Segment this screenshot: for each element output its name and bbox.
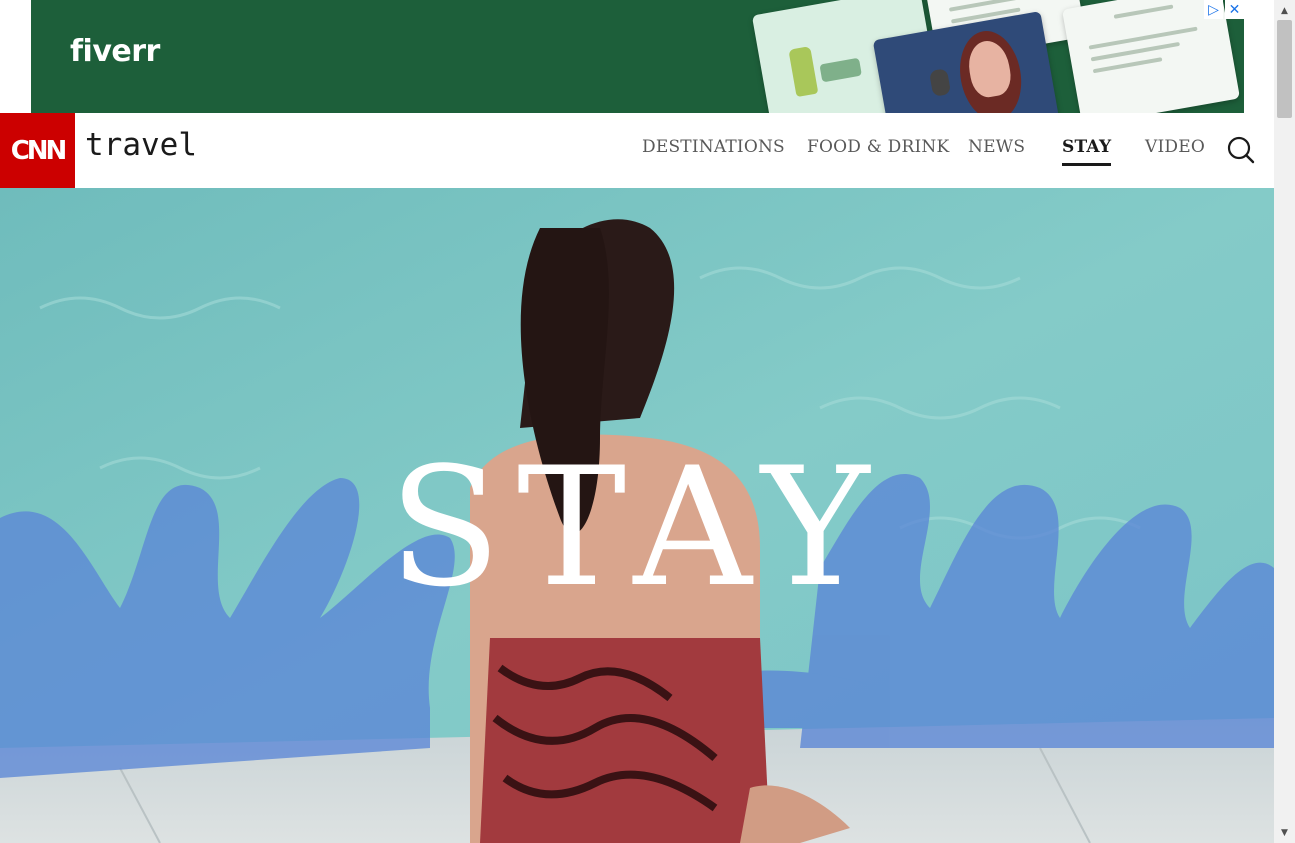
hero-banner: STAY [0, 188, 1274, 843]
search-icon[interactable] [1227, 136, 1255, 164]
ad-microphone-image [928, 68, 952, 97]
ad-package-image [819, 57, 862, 83]
page: fiverr ▷ ✕ CNN travel DESTINATIONS FOOD … [0, 0, 1295, 843]
adchoices-icon[interactable]: ▷ [1204, 0, 1223, 19]
ad-text-line [948, 0, 1039, 12]
ad-text-line [1092, 57, 1163, 74]
nav-item-food-drink[interactable]: FOOD & DRINK [807, 137, 949, 157]
ad-text-line [1113, 4, 1174, 19]
ad-text-line [1088, 26, 1198, 50]
ad-fiverr-logo[interactable]: fiverr [70, 34, 160, 69]
hero-title: STAY [388, 432, 886, 623]
nav-item-stay[interactable]: STAY [1062, 137, 1112, 166]
ad-banner[interactable]: fiverr ▷ ✕ [31, 0, 1244, 113]
page-scrollbar[interactable]: ▲ ▼ [1274, 0, 1295, 843]
nav-item-video[interactable]: VIDEO [1145, 137, 1205, 157]
scroll-up-arrow-icon[interactable]: ▲ [1274, 2, 1295, 19]
nav-item-destinations[interactable]: DESTINATIONS [642, 137, 785, 157]
nav-item-news[interactable]: NEWS [968, 137, 1025, 157]
scroll-down-arrow-icon[interactable]: ▼ [1274, 824, 1295, 841]
scrollbar-thumb[interactable] [1277, 20, 1292, 118]
site-header: CNN travel DESTINATIONS FOOD & DRINK NEW… [0, 113, 1274, 188]
ad-controls: ▷ ✕ [1204, 0, 1244, 19]
close-icon[interactable]: ✕ [1225, 0, 1244, 19]
main-nav: DESTINATIONS FOOD & DRINK NEWS STAY VIDE… [0, 113, 1274, 188]
ad-bottle-image [788, 46, 819, 98]
